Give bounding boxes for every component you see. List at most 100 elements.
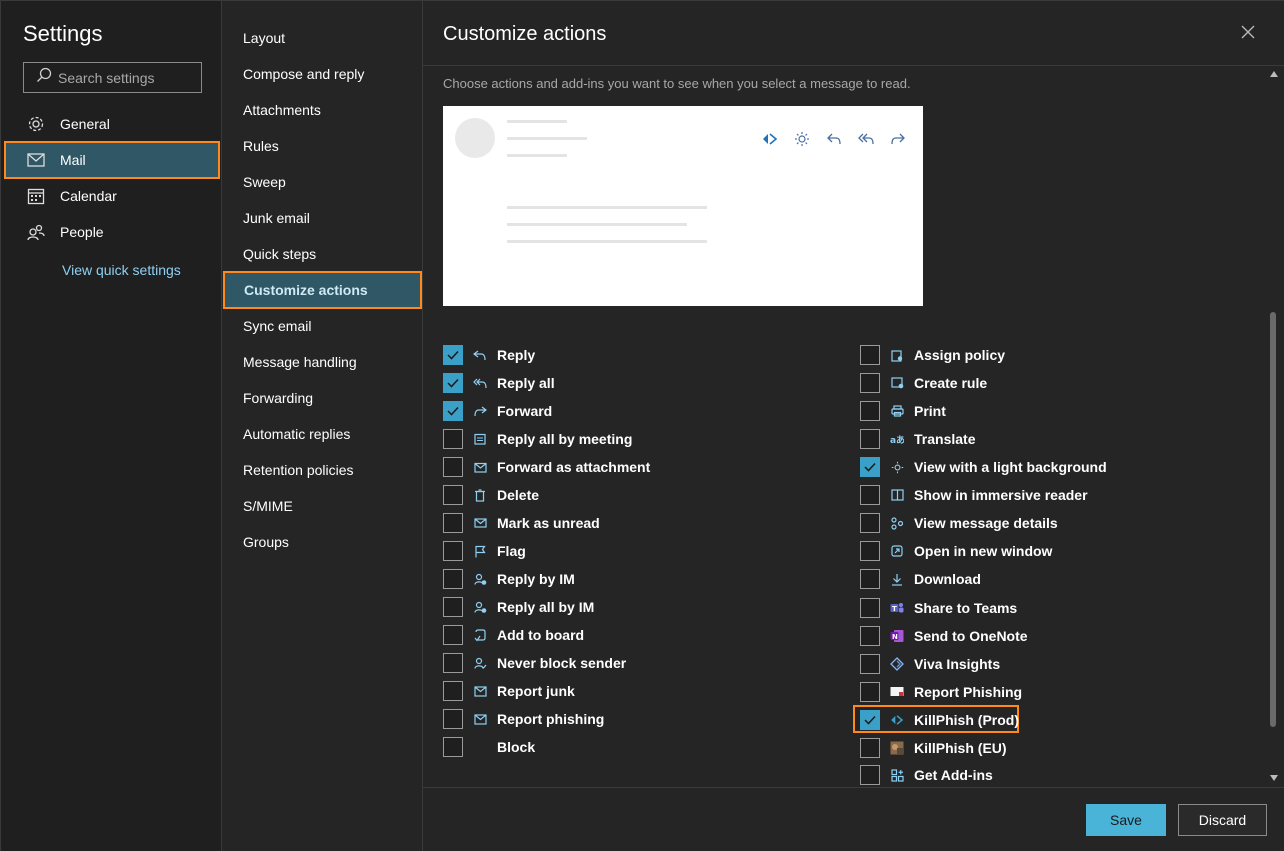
option-print[interactable]: Print (860, 400, 946, 422)
checkbox[interactable] (443, 737, 463, 757)
checkbox[interactable] (860, 345, 880, 365)
menu-item-sweep[interactable]: Sweep (222, 164, 422, 200)
menu-item-message-handling[interactable]: Message handling (222, 344, 422, 380)
option-view-light-background[interactable]: View with a light background (860, 456, 1107, 478)
menu-item-forwarding[interactable]: Forwarding (222, 380, 422, 416)
option-translate[interactable]: aあ Translate (860, 428, 975, 450)
option-report-phishing[interactable]: Report phishing (443, 708, 604, 730)
checkbox[interactable] (443, 597, 463, 617)
option-killphish-eu[interactable]: KillPhish (EU) (860, 737, 1007, 759)
option-reply-by-im[interactable]: Reply by IM (443, 568, 575, 590)
option-reply[interactable]: Reply (443, 344, 535, 366)
option-share-to-teams[interactable]: T Share to Teams (860, 597, 1017, 619)
option-reply-all-by-im[interactable]: Reply all by IM (443, 596, 594, 618)
checkbox[interactable] (860, 429, 880, 449)
checkbox-checked[interactable] (860, 710, 880, 730)
checkbox[interactable] (443, 541, 463, 561)
option-forward[interactable]: Forward (443, 400, 552, 422)
sidebar-item-general[interactable]: General (1, 106, 222, 142)
option-download[interactable]: Download (860, 568, 981, 590)
option-open-new-window[interactable]: Open in new window (860, 540, 1052, 562)
option-create-rule[interactable]: Create rule (860, 372, 987, 394)
sidebar-item-people[interactable]: People (1, 214, 222, 250)
option-report-junk[interactable]: Report junk (443, 680, 575, 702)
menu-item-attachments[interactable]: Attachments (222, 92, 422, 128)
checkbox[interactable] (860, 373, 880, 393)
checkbox[interactable] (443, 513, 463, 533)
menu-item-smime[interactable]: S/MIME (222, 488, 422, 524)
option-label: Reply (497, 347, 536, 363)
option-delete[interactable]: Delete (443, 484, 539, 506)
checkbox[interactable] (860, 765, 880, 785)
checkbox[interactable] (860, 682, 880, 702)
scroll-down-arrow-icon[interactable] (1270, 775, 1278, 781)
menu-item-quick-steps[interactable]: Quick steps (222, 236, 422, 272)
option-report-phishing-addin[interactable]: Report Phishing (860, 681, 1022, 703)
option-flag[interactable]: Flag (443, 540, 526, 562)
checkbox[interactable] (443, 625, 463, 645)
checkbox[interactable] (443, 457, 463, 477)
option-reply-all[interactable]: Reply all (443, 372, 555, 394)
checkbox[interactable] (443, 429, 463, 449)
checkbox[interactable] (443, 709, 463, 729)
checkbox[interactable] (860, 541, 880, 561)
checkbox[interactable] (860, 513, 880, 533)
menu-item-customize-actions[interactable]: Customize actions (223, 271, 422, 309)
menu-item-retention-policies[interactable]: Retention policies (222, 452, 422, 488)
checkbox[interactable] (860, 569, 880, 589)
option-immersive-reader[interactable]: Show in immersive reader (860, 484, 1088, 506)
menu-item-layout[interactable]: Layout (222, 20, 422, 56)
svg-text:N: N (892, 633, 898, 641)
option-viva-insights[interactable]: Viva Insights (860, 653, 1000, 675)
search-input[interactable] (58, 69, 198, 86)
search-settings-box[interactable] (23, 62, 202, 93)
menu-item-junk-email[interactable]: Junk email (222, 200, 422, 236)
option-never-block-sender[interactable]: Never block sender (443, 652, 626, 674)
option-forward-as-attachment[interactable]: Forward as attachment (443, 456, 650, 478)
option-reply-all-by-meeting[interactable]: Reply all by meeting (443, 428, 632, 450)
option-view-message-details[interactable]: View message details (860, 512, 1058, 534)
panel-scrollbar[interactable] (1267, 67, 1281, 787)
option-assign-policy[interactable]: Assign policy (860, 344, 1005, 366)
option-label: Block (497, 739, 536, 755)
option-label: Forward (497, 403, 553, 419)
checkbox[interactable] (443, 681, 463, 701)
discard-button[interactable]: Discard (1178, 804, 1267, 836)
menu-item-compose-and-reply[interactable]: Compose and reply (222, 56, 422, 92)
option-killphish-prod[interactable]: KillPhish (Prod) (860, 709, 1019, 731)
scroll-up-arrow-icon[interactable] (1270, 71, 1278, 77)
menu-item-sync-email[interactable]: Sync email (222, 308, 422, 344)
menu-item-groups[interactable]: Groups (222, 524, 422, 560)
menu-item-automatic-replies[interactable]: Automatic replies (222, 416, 422, 452)
checkbox[interactable] (860, 401, 880, 421)
menu-item-rules[interactable]: Rules (222, 128, 422, 164)
new-window-icon (890, 544, 904, 558)
checkbox-checked[interactable] (443, 345, 463, 365)
option-block[interactable]: Block (443, 736, 535, 758)
checkbox[interactable] (443, 569, 463, 589)
option-label: KillPhish (Prod) (914, 712, 1019, 728)
sidebar-item-mail[interactable]: Mail (4, 141, 220, 179)
save-button[interactable]: Save (1086, 804, 1166, 836)
checkbox[interactable] (860, 626, 880, 646)
option-label: Create rule (914, 375, 988, 391)
checkbox[interactable] (860, 654, 880, 674)
view-quick-settings-link[interactable]: View quick settings (62, 262, 181, 278)
sidebar-item-calendar[interactable]: Calendar (1, 178, 222, 214)
option-add-to-board[interactable]: Add to board (443, 624, 584, 646)
option-get-add-ins[interactable]: Get Add-ins (860, 764, 993, 786)
checkbox-checked[interactable] (443, 401, 463, 421)
option-send-to-onenote[interactable]: N Send to OneNote (860, 625, 1028, 647)
scroll-thumb[interactable] (1270, 312, 1276, 727)
checkbox[interactable] (860, 485, 880, 505)
checkbox-checked[interactable] (443, 373, 463, 393)
checkbox[interactable] (860, 738, 880, 758)
checkbox[interactable] (860, 598, 880, 618)
option-mark-as-unread[interactable]: Mark as unread (443, 512, 600, 534)
checkbox[interactable] (443, 653, 463, 673)
checkbox[interactable] (443, 485, 463, 505)
option-label: Show in immersive reader (914, 487, 1088, 503)
close-button[interactable] (1241, 25, 1259, 43)
checkbox-checked[interactable] (860, 457, 880, 477)
rule-icon (890, 376, 904, 390)
